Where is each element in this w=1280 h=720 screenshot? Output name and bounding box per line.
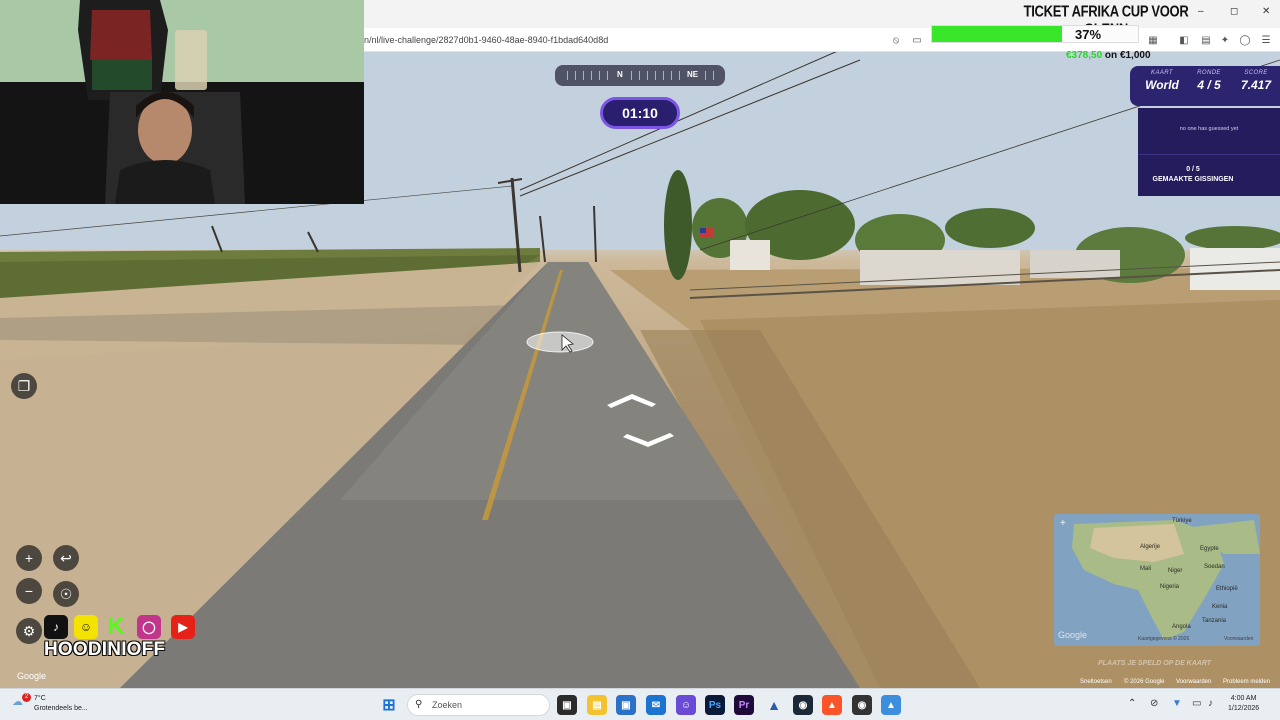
premiere-icon[interactable]: Pr: [734, 695, 754, 715]
game-status-panel: KAART World RONDE 4 / 5 SCORE 7.417: [1130, 66, 1280, 106]
clock-time: 4:00 AM: [1230, 695, 1257, 702]
donation-progress-fill: [932, 26, 1062, 42]
clock-date: 1/12/2026: [1228, 705, 1260, 712]
map-label-8: Kenia: [1212, 604, 1228, 610]
guess-label: GEMAAKTE GISSINGEN: [1152, 176, 1234, 183]
search-icon: ⚲: [415, 699, 423, 710]
donation-progress-percent: 37%: [1075, 27, 1102, 42]
store-icon[interactable]: ▣: [616, 695, 636, 715]
menu-icon[interactable]: ☰: [1260, 34, 1272, 46]
round-caption: RONDE: [1197, 70, 1221, 76]
taskbar: ☁ 2 7°C Grotendeels be... ⊞ ⚲ Zoeken ▣ ▤…: [0, 688, 1280, 720]
score-stat: SCORE 7.417: [1234, 70, 1278, 92]
discord-icon[interactable]: ☺: [676, 695, 696, 715]
display-icon[interactable]: ▭: [1192, 698, 1201, 709]
snapchat-icon: ☺: [74, 615, 98, 639]
map-footer-right[interactable]: Voorwaarden: [1224, 636, 1253, 642]
settings-icon[interactable]: ⚙: [16, 618, 42, 644]
map-label-4: Niger: [1168, 568, 1183, 574]
map-label-0: Türkiye: [1172, 518, 1192, 524]
volume-icon[interactable]: ♪: [1208, 698, 1213, 709]
undo-move-button[interactable]: ↩: [53, 545, 79, 571]
app-icon-a[interactable]: ▲: [764, 695, 784, 715]
map-label-2: Egypte: [1200, 546, 1219, 552]
round-stat: RONDE 4 / 5: [1186, 70, 1232, 92]
task-view-icon[interactable]: ▣: [557, 695, 577, 715]
youtube-icon: ▶: [171, 615, 195, 639]
weather-desc: Grotendeels be...: [34, 705, 88, 712]
streamer-handle: HOODINIOFF: [44, 639, 166, 660]
copyright-text: © 2026 Google: [1124, 679, 1165, 685]
map-expand-icon[interactable]: +: [1060, 518, 1066, 529]
system-clock[interactable]: 4:00 AM 1/12/2026: [1228, 694, 1259, 714]
africa-map-shape: [1072, 520, 1260, 640]
zoom-out-button[interactable]: −: [16, 578, 42, 604]
map-footer-left: Kaartgegevens © 2026: [1138, 636, 1190, 642]
terms-link[interactable]: Voorwaarden: [1176, 679, 1211, 685]
map-label-5: Nigeria: [1160, 584, 1180, 590]
map-label-7: Ethiopië: [1216, 586, 1238, 592]
money-goal: €1,000: [1119, 50, 1151, 61]
mic-icon[interactable]: ▼: [1172, 698, 1182, 709]
compass-bar: N NE: [555, 65, 725, 86]
guess-count: 0 / 5: [1186, 166, 1200, 173]
map-label-10: Angola: [1172, 624, 1191, 630]
round-timer: 01:10: [600, 97, 680, 129]
compass-ne: NE: [687, 70, 699, 79]
map-label-1: Algerije: [1140, 544, 1161, 550]
map-google-logo: Google: [1058, 630, 1088, 640]
no-guess-text: no one has guessed yet: [1179, 126, 1239, 132]
guesses-panel: no one has guessed yet 0 / 5 GEMAAKTE GI…: [1138, 108, 1280, 196]
map-value: World: [1145, 78, 1179, 92]
taskbar-search[interactable]: ⚲ Zoeken: [407, 694, 550, 716]
shield-icon[interactable]: ◯: [1239, 34, 1251, 46]
score-caption: SCORE: [1244, 70, 1268, 76]
windows-start-icon[interactable]: ⊞: [379, 695, 399, 715]
network-off-icon[interactable]: ⊘: [1150, 698, 1158, 709]
maximize-icon[interactable]: ◻: [1230, 6, 1238, 17]
close-icon[interactable]: ✕: [1262, 6, 1270, 17]
file-explorer-icon[interactable]: ▤: [587, 695, 607, 715]
search-placeholder: Zoeken: [432, 700, 463, 710]
photoshop-icon[interactable]: Ps: [705, 695, 725, 715]
money-raised: €378,50: [1066, 50, 1103, 61]
map-label-3: Mali: [1140, 566, 1152, 572]
money-separator: on: [1102, 50, 1120, 61]
mail-icon[interactable]: ✉: [646, 695, 666, 715]
map-stat: KAART World: [1138, 70, 1186, 92]
steam-icon[interactable]: ◉: [793, 695, 813, 715]
weather-temp: 7°C: [34, 695, 46, 702]
webcam-feed: [0, 0, 364, 204]
map-label-6: Soedan: [1204, 564, 1225, 570]
place-pin-hint: PLAATS JE SPELD OP DE KAART: [1098, 660, 1212, 667]
url-text[interactable]: n/nl/live-challenge/2827d0b1-9460-48ae-8…: [364, 35, 608, 45]
score-value: 7.417: [1240, 78, 1272, 92]
brave-icon[interactable]: ▲: [822, 695, 842, 715]
report-icon[interactable]: ❐: [11, 373, 37, 399]
social-handles: ♪ ☺ K ◯ ▶ HOODINIOFF: [44, 612, 214, 662]
kick-icon: K: [107, 613, 125, 640]
zoom-in-button[interactable]: +: [16, 545, 42, 571]
instagram-icon: ◯: [137, 615, 161, 639]
tray-chevron-icon[interactable]: ⌃: [1128, 698, 1136, 709]
map-caption: KAART: [1151, 70, 1173, 76]
cast-icon[interactable]: ▭: [911, 34, 923, 46]
google-watermark: Google: [17, 671, 47, 681]
app-icon-b[interactable]: ▲: [881, 695, 901, 715]
donation-amount: €378,50 on €1,000: [1066, 50, 1151, 61]
keyboard-shortcuts-link[interactable]: Sneltoetsen: [1080, 679, 1112, 685]
donation-progress-bar: [931, 25, 1139, 43]
return-to-start-button[interactable]: ☉: [53, 581, 79, 607]
compass-n: N: [617, 70, 623, 79]
puzzle-icon[interactable]: ✦: [1219, 34, 1231, 46]
notification-badge: 2: [22, 693, 31, 702]
guess-map[interactable]: Türkiye Algerije Egypte Mali Niger Niger…: [1054, 514, 1260, 646]
round-value: 4 / 5: [1197, 78, 1221, 92]
obs-icon[interactable]: ◉: [852, 695, 872, 715]
mute-icon[interactable]: ⦸: [890, 34, 902, 46]
map-label-9: Tanzania: [1202, 618, 1227, 624]
report-problem-link[interactable]: Probleem melden: [1223, 679, 1270, 685]
tiktok-icon: ♪: [44, 615, 68, 639]
